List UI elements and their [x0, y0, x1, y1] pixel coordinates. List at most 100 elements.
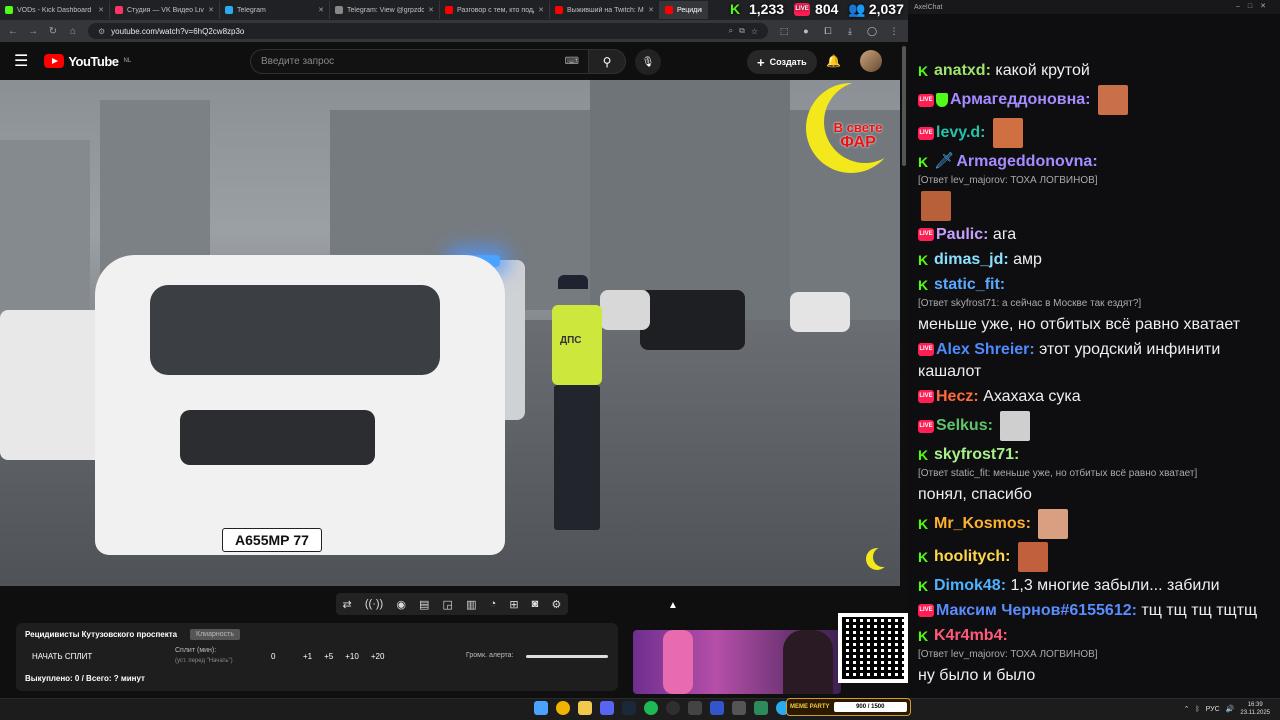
chat-nickname[interactable]: Dimok48:	[934, 577, 1006, 594]
chat-message[interactable]: LIVE Hecz: Ахахаха сука	[918, 386, 1278, 408]
extensions-puzzle-icon[interactable]: ⧠	[822, 26, 834, 37]
window-controls[interactable]: –□✕	[1236, 2, 1274, 10]
extension-icon[interactable]: ⬚	[778, 26, 790, 37]
chat-nickname[interactable]: anatxd:	[934, 62, 991, 79]
broadcast-icon[interactable]: ((·))	[365, 598, 383, 610]
chat-message[interactable]: K 🗡 Armageddonovna: [Ответ lev_majorov: ТО…	[918, 151, 1278, 221]
app-icon[interactable]	[754, 701, 768, 715]
browser-tab[interactable]: Разговор с тем, кто поддер ✕	[440, 1, 550, 19]
chat-message[interactable]: K Dimok48: 1,3 многие забыли... забили	[918, 575, 1278, 597]
chat-message[interactable]: LIVE Paulic: ага	[918, 224, 1278, 246]
chat-nickname[interactable]: Alex Shreier:	[936, 341, 1035, 358]
app-icon[interactable]	[732, 701, 746, 715]
menu-dots-icon[interactable]: ⋮	[888, 26, 900, 37]
bluetooth-icon[interactable]: ᛒ	[1195, 706, 1199, 713]
browser-tab[interactable]: Telegram ✕	[220, 1, 330, 19]
close-tab-icon[interactable]: ✕	[538, 6, 544, 14]
chat-nickname[interactable]: levy.d:	[936, 124, 986, 141]
chat-message[interactable]: K Mr_Kosmos:	[918, 509, 1278, 539]
chat-message[interactable]: Kdimas_jd: амр	[918, 249, 1278, 271]
chat-message[interactable]: K K4r4mb4: [Ответ lev_majorov: ТОХА ЛОГВИ…	[918, 625, 1278, 687]
avatar[interactable]	[860, 50, 882, 72]
steam-icon[interactable]	[622, 701, 636, 715]
browser-tab[interactable]: Выживший на Twitch: Мар ✕	[550, 1, 660, 19]
reload-icon[interactable]: ↻	[48, 26, 58, 37]
site-info-icon[interactable]: ⚙	[98, 27, 105, 36]
browser-tab[interactable]: Рецидив	[660, 1, 708, 19]
chat-messages[interactable]: Kanatxd: какой крутой LIVE Армагеддоновна:…	[918, 60, 1278, 690]
voice-search-button[interactable]: 🎙	[635, 49, 661, 75]
chat-message[interactable]: Khoolitych:	[918, 542, 1278, 572]
notifications-bell-icon[interactable]: 🔔	[826, 54, 841, 68]
add-clip-icon[interactable]: ⊞	[509, 598, 518, 611]
close-tab-icon[interactable]: ✕	[428, 6, 434, 14]
chat-message[interactable]: Kskyfrost71: [Ответ static_fit: меньше у…	[918, 444, 1278, 506]
close-tab-icon[interactable]: ✕	[648, 6, 654, 14]
close-tab-icon[interactable]: ✕	[98, 6, 104, 14]
chat-nickname[interactable]: Paulic:	[936, 226, 988, 243]
chat-message[interactable]: LIVE Alex Shreier: этот уродский инфинити…	[918, 339, 1278, 383]
search-input[interactable]: Введите запрос ⌨	[250, 49, 590, 74]
speaker-icon[interactable]: 🔊	[1226, 705, 1235, 713]
chat-nickname[interactable]: Selkus:	[936, 417, 993, 434]
page-scrollbar[interactable]	[900, 42, 908, 698]
chat-nickname[interactable]: Armageddonovna:	[956, 153, 1097, 170]
speedometer-icon[interactable]: ◔	[490, 598, 497, 610]
gear-icon[interactable]: ⚙	[551, 598, 561, 611]
browser-tab[interactable]: Студия — VK Видео Live ✕	[110, 1, 220, 19]
chat-message[interactable]: LIVE Selkus:	[918, 411, 1278, 441]
eye-icon[interactable]: ◉	[396, 598, 406, 611]
clapper-icon[interactable]: ▤	[419, 598, 429, 611]
keyboard-language[interactable]: РУС	[1206, 706, 1220, 713]
search-button[interactable]: ⚲	[588, 49, 626, 74]
chat-nickname[interactable]: Максим Чернов#6155612:	[936, 602, 1137, 619]
filmstrip-icon[interactable]: ▥	[466, 598, 476, 611]
forward-icon[interactable]: →	[28, 26, 38, 37]
resize-icon[interactable]: ◲	[443, 598, 453, 611]
chat-message[interactable]: Kanatxd: какой крутой	[918, 60, 1278, 82]
close-tab-icon[interactable]: ✕	[208, 6, 214, 14]
keyboard-icon[interactable]: ⌨	[565, 56, 579, 67]
bookmark-star-icon[interactable]: ☆	[751, 27, 758, 36]
browser-tab[interactable]: Telegram: View @grpzdc ✕	[330, 1, 440, 19]
zoom-icon[interactable]: ⌕	[729, 26, 733, 36]
url-field[interactable]: ⚙ youtube.com/watch?v=6hQ2cw8zp3o ⌕ ⧉ ☆	[88, 23, 768, 39]
video-player[interactable]: А655МР 77 ДПС В свете ФАР	[0, 80, 900, 586]
panel-tag[interactable]: Клиарность	[190, 629, 240, 640]
scrollbar-thumb[interactable]	[902, 46, 906, 166]
chat-nickname[interactable]: hoolitych:	[934, 548, 1010, 565]
chat-nickname[interactable]: K4r4mb4:	[934, 627, 1008, 644]
media-icon[interactable]	[710, 701, 724, 715]
chat-message[interactable]: LIVE levy.d:	[918, 118, 1278, 148]
app-icon[interactable]	[688, 701, 702, 715]
install-icon[interactable]: ⧉	[739, 26, 745, 36]
chat-nickname[interactable]: skyfrost71:	[934, 446, 1019, 463]
chat-nickname[interactable]: Армагеддоновна:	[950, 91, 1090, 108]
chat-message[interactable]: Kstatic_fit: [Ответ skyfrost71: а сейчас…	[918, 274, 1278, 336]
increment-button[interactable]: +20	[371, 652, 385, 661]
chat-nickname[interactable]: dimas_jd:	[934, 251, 1009, 268]
clock[interactable]: 16:39 23.11.2025	[1240, 701, 1270, 717]
obs-icon[interactable]	[666, 701, 680, 715]
discord-icon[interactable]	[600, 701, 614, 715]
chat-message[interactable]: LIVE Армагеддоновна:	[918, 85, 1278, 115]
increment-button[interactable]: +10	[345, 652, 359, 661]
download-icon[interactable]: ⤓	[844, 26, 856, 37]
youtube-logo[interactable]: YouTube NL	[44, 54, 131, 69]
profile-icon[interactable]: ◯	[866, 26, 878, 37]
chat-nickname[interactable]: Hecz:	[936, 388, 979, 405]
chat-message[interactable]: LIVE Максим Чернов#6155612: тщ тщ тщ тщтщ	[918, 600, 1278, 622]
volume-slider[interactable]	[526, 655, 608, 658]
loop-icon[interactable]: ⇄	[343, 598, 352, 611]
back-icon[interactable]: ←	[8, 26, 18, 37]
home-icon[interactable]: ⌂	[68, 26, 78, 37]
spotify-icon[interactable]	[644, 701, 658, 715]
chrome-icon[interactable]	[556, 701, 570, 715]
hamburger-menu-icon[interactable]: ☰	[14, 51, 28, 71]
explorer-icon[interactable]	[578, 701, 592, 715]
increment-button[interactable]: +1	[303, 652, 312, 661]
camera-icon[interactable]: ◙	[532, 598, 539, 610]
start-split-button[interactable]: НАЧАТЬ СПЛИТ	[32, 652, 92, 661]
chat-nickname[interactable]: Mr_Kosmos:	[934, 515, 1031, 532]
close-tab-icon[interactable]: ✕	[318, 6, 324, 14]
